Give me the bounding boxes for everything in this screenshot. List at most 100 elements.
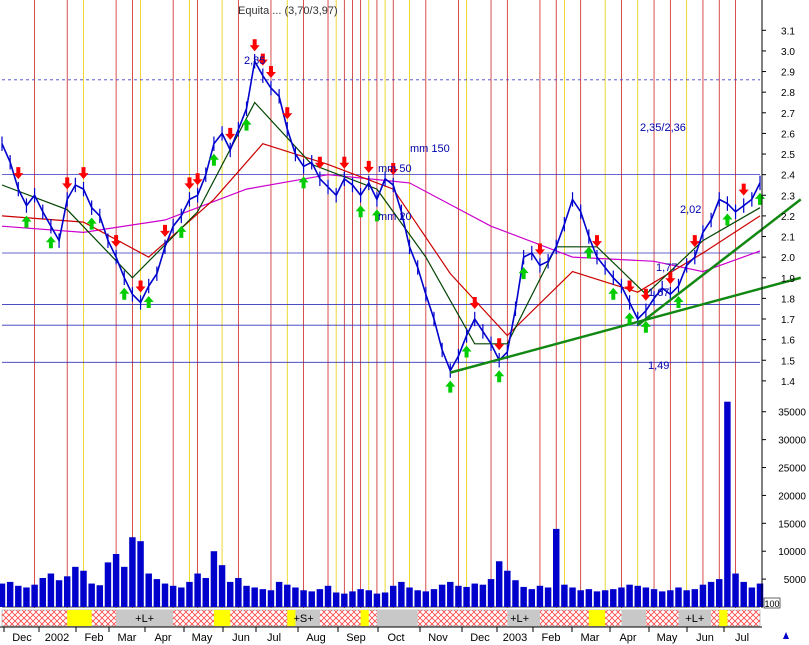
price-tick-label: 2.5: [781, 150, 795, 161]
event-strip-label: +L+: [510, 613, 529, 625]
price-tick-label: 3.0: [781, 47, 795, 58]
volume-unit-label: 100: [764, 599, 779, 609]
annotation-label: 2,02: [680, 204, 701, 216]
price-tick-label: 1.7: [781, 315, 795, 326]
volume-bar: [178, 587, 185, 607]
volume-bar: [585, 589, 593, 607]
x-tick-label: Dec: [12, 632, 32, 644]
price-tick-label: 1.9: [781, 274, 795, 285]
volume-bar: [520, 586, 527, 607]
volume-bar: [691, 589, 699, 607]
volume-bar: [88, 583, 95, 607]
volume-bar: [650, 589, 658, 607]
x-tick-label: Jul: [267, 632, 281, 644]
volume-bar: [447, 581, 454, 607]
x-tick-label: Apr: [154, 632, 171, 644]
volume-bar: [626, 584, 633, 607]
event-strip-yellow: [719, 610, 728, 626]
x-tick-label: Mar: [118, 632, 137, 644]
volume-bar: [226, 581, 234, 607]
volume-bar: [577, 590, 584, 607]
volume-bar: [137, 541, 144, 607]
volume-bar: [561, 584, 568, 607]
volume-bar: [544, 587, 552, 607]
event-strip-gray: [621, 610, 646, 626]
price-tick-label: 1.5: [781, 356, 795, 367]
volume-bar: [748, 587, 756, 607]
volume-tick-label: 20000: [778, 491, 806, 502]
volume-bar: [55, 580, 63, 607]
price-tick-label: 2.7: [781, 109, 795, 120]
volume-bar: [487, 579, 495, 607]
price-tick-label: 1.6: [781, 336, 795, 347]
price-tick-label: 1.4: [781, 377, 795, 388]
x-tick-label: Feb: [542, 632, 561, 644]
volume-bar: [284, 584, 291, 607]
price-tick-label: 2.8: [781, 88, 795, 99]
volume-bar: [300, 590, 307, 607]
volume-bar: [463, 586, 470, 607]
volume-bar: [430, 589, 438, 607]
annotation-label: 1,49: [648, 360, 669, 372]
volume-bar: [634, 585, 641, 607]
annotation-label: mm 150: [410, 143, 450, 155]
volume-bar: [398, 581, 405, 607]
annotation-label: mm 50: [378, 163, 412, 175]
volume-bar: [23, 587, 30, 607]
volume-tick-label: 25000: [778, 464, 806, 475]
volume-bar: [210, 551, 218, 607]
volume-bar: [121, 566, 128, 607]
volume-bar: [39, 577, 46, 607]
x-tick-label: Oct: [387, 632, 404, 644]
volume-bar: [504, 570, 511, 607]
volume-bar: [186, 581, 193, 607]
volume-bar: [104, 562, 112, 607]
event-strip-label: +L+: [135, 613, 154, 625]
volume-bar: [414, 590, 421, 607]
volume-bar: [161, 583, 169, 607]
x-tick-label: 2002: [45, 632, 69, 644]
volume-bar: [31, 584, 38, 607]
x-tick-label: 2003: [503, 632, 527, 644]
volume-bar: [292, 587, 299, 607]
x-tick-label: May: [192, 632, 213, 644]
volume-bar: [593, 591, 601, 607]
volume-bar: [80, 570, 87, 607]
volume-bar: [740, 581, 747, 607]
volume-bar: [316, 589, 324, 607]
volume-bar: [153, 579, 161, 607]
price-tick-label: 3.1: [781, 26, 795, 37]
x-tick-label: Nov: [428, 632, 448, 644]
annotation-label: 1,77: [656, 262, 677, 274]
volume-bar: [15, 585, 22, 607]
volume-bar: [675, 587, 682, 607]
volume-bar: [658, 591, 666, 607]
volume-bar: [251, 587, 258, 607]
volume-bar: [235, 577, 242, 607]
x-tick-label: Sep: [346, 632, 366, 644]
volume-tick-label: 35000: [778, 408, 806, 419]
volume-bar: [341, 593, 348, 607]
volume-bar: [699, 584, 707, 607]
x-tick-label: Feb: [85, 632, 104, 644]
volume-bar: [0, 583, 6, 607]
volume-bar: [479, 584, 487, 607]
price-tick-label: 2.0: [781, 253, 795, 264]
volume-bar: [422, 591, 430, 607]
event-strip-yellow: [213, 610, 231, 626]
volume-bar: [365, 590, 372, 607]
volume-tick-label: 30000: [778, 436, 806, 447]
price-tick-label: 2.9: [781, 68, 795, 79]
volume-bar: [308, 591, 315, 607]
volume-bar: [357, 589, 364, 607]
annotation-label: 1,67: [648, 287, 669, 299]
volume-bar: [324, 585, 332, 607]
volume-bar: [112, 554, 120, 607]
volume-bar: [129, 537, 136, 607]
price-volume-chart: +L+ +S+ +L+ +L+ 3.1 3.0 2.9 2.8 2.7 2.6 2.5 2.4 2.3…: [0, 0, 809, 645]
annotation-label: 2,35/2,36: [640, 122, 686, 134]
volume-bar: [194, 573, 201, 607]
event-strip-yellow: [588, 610, 606, 626]
volume-tick-label: 10000: [778, 547, 806, 558]
annotation-label: 2,85: [244, 55, 265, 67]
